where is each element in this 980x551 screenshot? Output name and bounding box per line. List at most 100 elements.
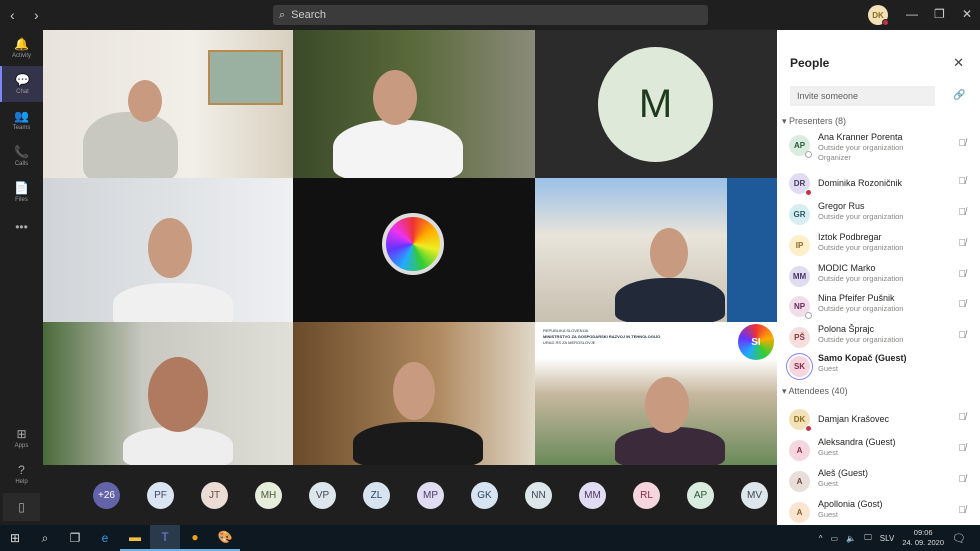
windows-taskbar: ⊞ ⌕ ❐ e ▬ T ● 🎨 ^ ▭ 🔈 🖵 SLV 09:06 24. 09.… xyxy=(0,525,980,551)
participant-row[interactable]: MM MODIC Marko Outside your organization 🎙… xyxy=(789,263,974,293)
device-button[interactable]: ▯ xyxy=(3,493,40,521)
participant-avatar[interactable]: MH xyxy=(255,481,282,509)
rail-item-teams[interactable]: 👥 Teams xyxy=(0,102,43,138)
app-icon[interactable]: ● xyxy=(180,525,210,551)
search-input[interactable]: ⌕ Search xyxy=(273,5,708,25)
video-tile[interactable] xyxy=(43,178,293,322)
video-tile[interactable]: M xyxy=(535,30,777,178)
invite-input[interactable]: Invite someone xyxy=(790,86,935,106)
participant-row[interactable]: A Aleksandra (Guest) Guest 🎙̸ xyxy=(789,437,974,467)
participant-avatar[interactable]: MM xyxy=(579,481,606,509)
participant-avatar[interactable]: GK xyxy=(471,481,498,509)
bell-icon: 🔔 xyxy=(14,37,29,51)
participant-avatar[interactable]: MP xyxy=(417,481,444,509)
mic-off-icon: 🎙̸ xyxy=(958,505,967,516)
participant-avatar[interactable]: RL xyxy=(633,481,660,509)
participant-name: Dominika Rozoničnik xyxy=(818,178,903,188)
offline-status-icon xyxy=(805,312,812,319)
language-indicator[interactable]: SLV xyxy=(880,534,895,543)
rail-item-activity[interactable]: 🔔 Activity xyxy=(0,30,43,66)
windows-start-icon[interactable]: ⊞ xyxy=(0,525,30,551)
participant-avatar[interactable]: AP xyxy=(687,481,714,509)
participant-name: Gregor Rus xyxy=(818,201,865,211)
video-stage: M REPUBLIKA SLOVENIJA MINISTRSTVO ZA GOS… xyxy=(43,30,777,525)
participant-row[interactable]: PŠ Polona Šprajc Outside your organizatio… xyxy=(789,324,974,354)
minimize-button[interactable]: — xyxy=(906,7,918,21)
file-explorer-icon[interactable]: ▬ xyxy=(120,525,150,551)
participant-name: Aleš (Guest) xyxy=(818,468,869,478)
battery-icon[interactable]: ▭ xyxy=(831,534,839,543)
rail-item-apps[interactable]: ⊞ Apps xyxy=(0,420,43,456)
participant-subtitle: Outside your organization xyxy=(818,243,904,252)
mic-off-icon: 🎙̸ xyxy=(958,176,967,187)
rail-item-help[interactable]: ? Help xyxy=(0,456,43,492)
video-tile[interactable] xyxy=(293,322,535,465)
rail-item-chat[interactable]: 💬 Chat xyxy=(0,66,43,102)
participant-subtitle: Outside your organization xyxy=(818,143,904,152)
close-window-button[interactable]: ✕ xyxy=(962,7,972,21)
video-tile[interactable] xyxy=(293,30,535,178)
busy-status-icon xyxy=(805,425,812,432)
search-icon[interactable]: ⌕ xyxy=(30,525,60,551)
busy-status-icon xyxy=(805,189,812,196)
video-tile[interactable] xyxy=(43,30,293,178)
participant-avatar[interactable]: NN xyxy=(525,481,552,509)
paint-icon[interactable]: 🎨 xyxy=(210,525,240,551)
participant-row[interactable]: IP Iztok Podbregar Outside your organizat… xyxy=(789,232,974,262)
attendees-header[interactable]: ▾ Attendees (40) xyxy=(782,386,848,397)
video-tile[interactable] xyxy=(535,178,777,322)
participant-row[interactable]: DK Damjan Krašovec 🎙̸ xyxy=(789,406,974,436)
mic-off-icon: 🎙̸ xyxy=(958,443,967,454)
participant-avatar[interactable]: ZL xyxy=(363,481,390,509)
volume-icon[interactable]: 🔈 xyxy=(846,534,856,543)
participant-row[interactable]: GR Gregor Rus Outside your organization 🎙̸ xyxy=(789,201,974,231)
participant-row[interactable]: DR Dominika Rozoničnik 🎙̸ xyxy=(789,170,974,200)
avatar[interactable]: DK xyxy=(868,5,889,26)
chat-icon: 💬 xyxy=(15,73,30,87)
participant-name: Nina Pfeifer Pušnik xyxy=(818,293,895,303)
clock[interactable]: 09:06 24. 09. 2020 xyxy=(902,528,944,548)
video-tile[interactable]: REPUBLIKA SLOVENIJA MINISTRSTVO ZA GOSPO… xyxy=(535,322,777,465)
avatar: M xyxy=(598,47,713,162)
participant-row[interactable]: SK Samo Kopač (Guest) Guest xyxy=(789,353,974,383)
title-bar: ‹ › ⌕ Search DK — ❐ ✕ xyxy=(0,0,980,30)
mic-off-icon: 🎙̸ xyxy=(958,269,967,280)
avatar: IP xyxy=(789,235,810,256)
participant-row[interactable]: AP Ana Kranner Porenta Outside your organ… xyxy=(789,132,974,162)
close-icon[interactable]: ✕ xyxy=(953,55,964,71)
back-button[interactable]: ‹ xyxy=(10,7,24,23)
network-icon[interactable]: 🖵 xyxy=(864,533,872,543)
rail-item-files[interactable]: 📄 Files xyxy=(0,174,43,210)
participant-row[interactable]: NP Nina Pfeifer Pušnik Outside your organ… xyxy=(789,293,974,323)
teams-icon[interactable]: T xyxy=(150,525,180,551)
help-icon: ? xyxy=(18,463,25,477)
edge-icon[interactable]: e xyxy=(90,525,120,551)
participant-name: Damjan Krašovec xyxy=(818,414,890,424)
avatar: DK xyxy=(789,409,812,432)
file-icon: 📄 xyxy=(14,181,29,195)
chevron-up-icon[interactable]: ^ xyxy=(819,534,823,543)
maximize-button[interactable]: ❐ xyxy=(934,7,945,21)
notifications-icon[interactable]: 🗨 xyxy=(952,532,966,545)
video-tile[interactable] xyxy=(43,322,293,465)
rail-item-more[interactable]: ••• xyxy=(0,210,43,246)
participant-subtitle: Outside your organization xyxy=(818,335,904,344)
participant-avatar[interactable]: JT xyxy=(201,481,228,509)
mic-off-icon: 🎙̸ xyxy=(958,138,967,149)
participant-avatar[interactable]: MV xyxy=(741,481,768,509)
participant-avatar[interactable]: VP xyxy=(309,481,336,509)
task-view-icon[interactable]: ❐ xyxy=(60,525,90,551)
forward-button[interactable]: › xyxy=(34,7,48,23)
app-rail: 🔔 Activity 💬 Chat 👥 Teams 📞 Calls 📄 Files ••• ⊞ Apps… xyxy=(0,30,43,525)
more-participants-button[interactable]: +26 xyxy=(93,481,120,509)
avatar: GR xyxy=(789,204,810,225)
share-link-icon[interactable]: 🔗 xyxy=(953,90,965,101)
presenters-header[interactable]: ▾ Presenters (8) xyxy=(782,116,846,127)
participant-name: Polona Šprajc xyxy=(818,324,875,334)
overflow-participants: +26 PF JT MH VP ZL MP GK NN MM RL AP MV xyxy=(43,465,777,525)
video-tile[interactable] xyxy=(293,178,535,322)
rail-item-calls[interactable]: 📞 Calls xyxy=(0,138,43,174)
participant-row[interactable]: A Aleš (Guest) Guest 🎙̸ xyxy=(789,468,974,498)
mic-off-icon: 🎙̸ xyxy=(958,207,967,218)
participant-avatar[interactable]: PF xyxy=(147,481,174,509)
